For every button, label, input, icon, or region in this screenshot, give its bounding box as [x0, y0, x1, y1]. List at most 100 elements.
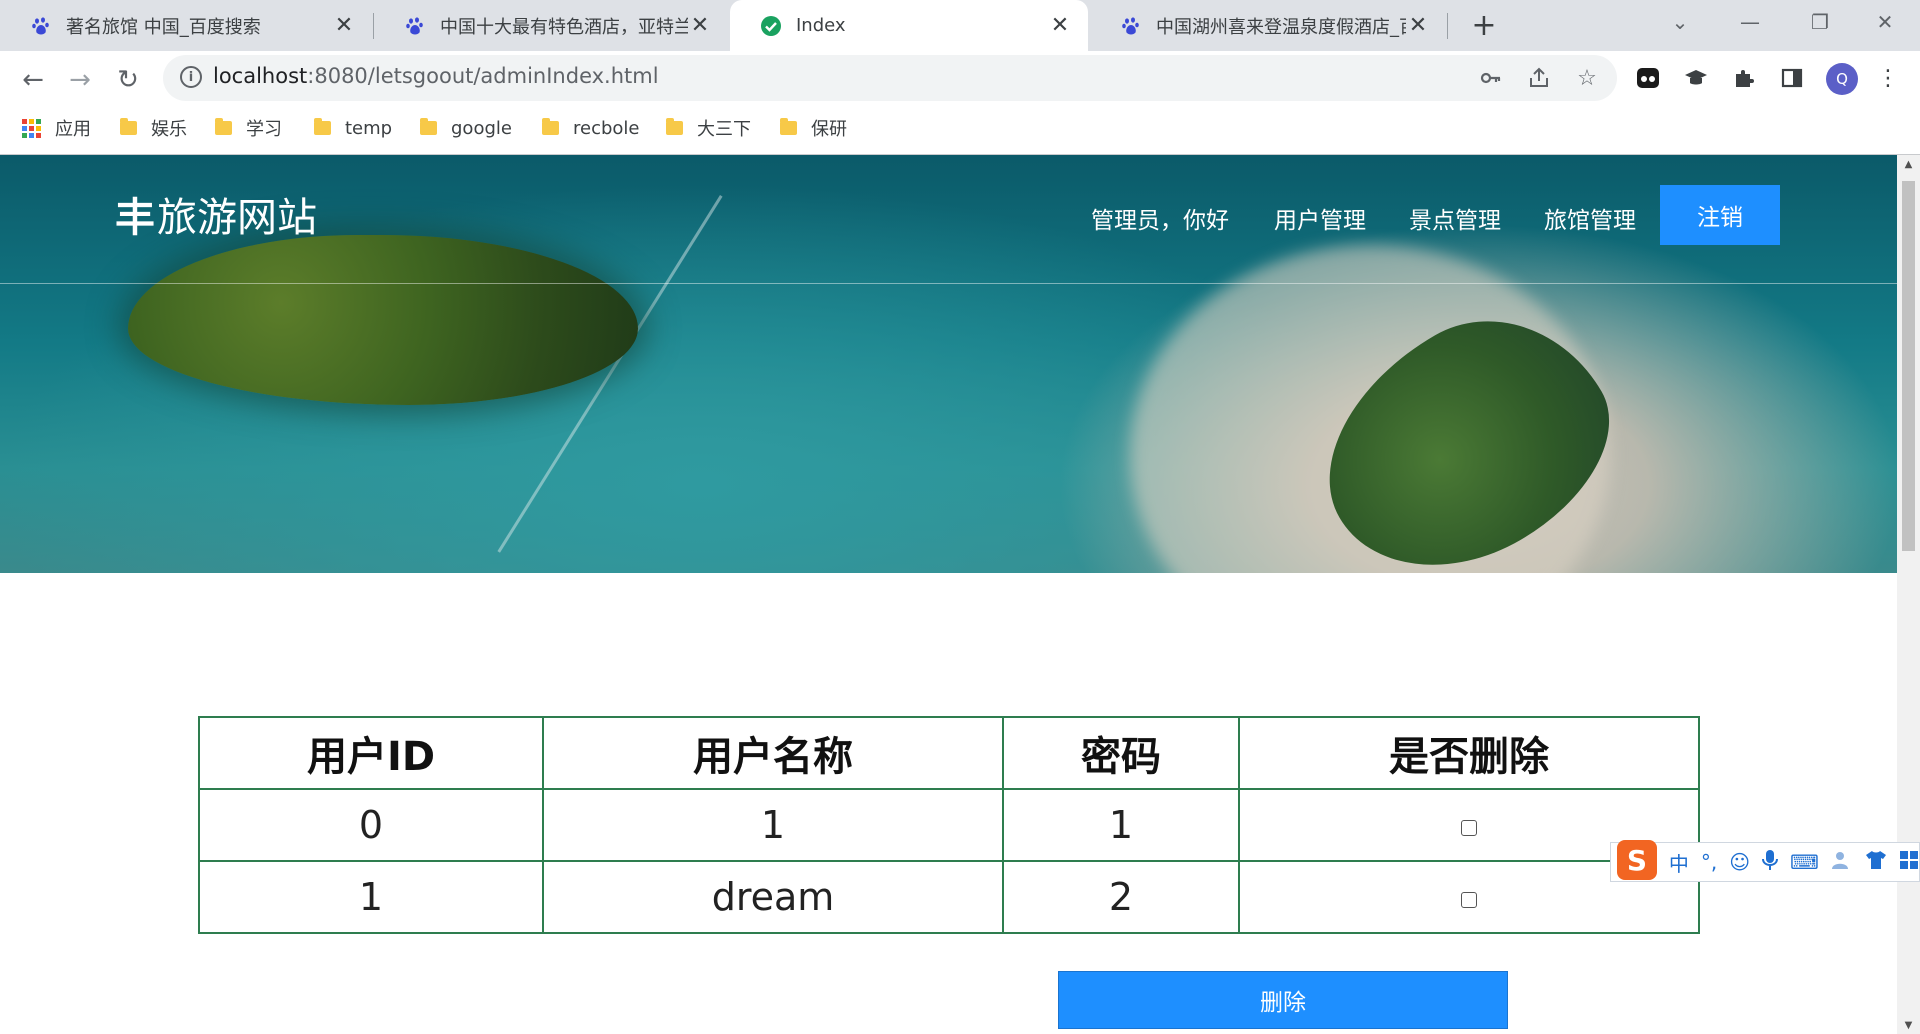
- tab-title: Index: [796, 15, 846, 36]
- delete-button[interactable]: 删除: [1058, 971, 1508, 1029]
- bookmark-label: 保研: [811, 119, 847, 140]
- tab-sheraton[interactable]: 中国湖州喜来登温泉度假酒店_百 ✕: [1090, 0, 1446, 51]
- bookmark-folder-postgrad[interactable]: 保研: [780, 110, 847, 146]
- close-tab-icon[interactable]: ✕: [332, 13, 356, 38]
- nav-hotel-management[interactable]: 旅馆管理: [1544, 201, 1636, 235]
- bookmark-folder-junior-year[interactable]: 大三下: [666, 110, 751, 146]
- scroll-down-arrow-icon[interactable]: ▼: [1897, 1016, 1920, 1034]
- delete-checkbox[interactable]: [1461, 891, 1477, 908]
- bookmark-label: 大三下: [697, 119, 751, 140]
- tab-separator: [1447, 13, 1448, 39]
- ime-toolbar: S 中 °, ☺ ⌨: [1610, 840, 1920, 882]
- bookmarks-bar: 应用 娱乐 学习 temp google recbole 大三下 保研: [0, 110, 1920, 146]
- tab-index[interactable]: Index ✕: [730, 0, 1088, 51]
- bookmark-folder-recbole[interactable]: recbole: [542, 110, 640, 146]
- bookmark-folder-entertainment[interactable]: 娱乐: [120, 110, 187, 146]
- folder-icon: [314, 118, 331, 135]
- folder-icon: [215, 118, 232, 135]
- close-tab-icon[interactable]: ✕: [1406, 13, 1430, 38]
- logout-button[interactable]: 注销: [1660, 185, 1780, 245]
- delete-checkbox[interactable]: [1461, 819, 1477, 836]
- bookmark-label: 应用: [55, 119, 91, 140]
- folder-icon: [666, 118, 683, 135]
- logo-mark: 丰: [115, 195, 155, 241]
- emoji-icon[interactable]: ☺: [1729, 850, 1750, 874]
- cell-password: 2: [1002, 860, 1240, 934]
- url-path: :8080/letsgoout/adminIndex.html: [307, 64, 659, 88]
- forward-icon[interactable]: →: [61, 61, 99, 99]
- close-window-icon[interactable]: ✕: [1850, 0, 1920, 44]
- scrollbar-thumb[interactable]: [1902, 181, 1915, 551]
- tab-title: 中国湖州喜来登温泉度假酒店_百: [1156, 16, 1406, 38]
- users-table: 用户ID 用户名称 密码 是否删除 0 1 1 1 dream 2: [198, 716, 1700, 934]
- new-tab-icon[interactable]: +: [1466, 7, 1502, 43]
- apps-grid-icon: [22, 118, 41, 138]
- baidu-paw-icon: [404, 15, 426, 37]
- header-password: 密码: [1002, 716, 1240, 790]
- share-icon[interactable]: [1524, 63, 1554, 93]
- island-left: [128, 235, 638, 405]
- header-user-id: 用户ID: [198, 716, 544, 790]
- graduation-cap-icon[interactable]: [1680, 62, 1712, 94]
- folder-icon: [120, 118, 137, 135]
- table-header-row: 用户ID 用户名称 密码 是否删除: [198, 716, 1700, 790]
- more-menu-icon[interactable]: ⋮: [1872, 62, 1904, 94]
- minimize-icon[interactable]: —: [1715, 0, 1785, 44]
- bookmark-folder-temp[interactable]: temp: [314, 110, 392, 146]
- bookmark-folder-study[interactable]: 学习: [215, 110, 282, 146]
- key-icon[interactable]: [1476, 63, 1506, 93]
- keyboard-icon[interactable]: ⌨: [1790, 850, 1819, 874]
- puzzle-extensions-icon[interactable]: [1728, 62, 1760, 94]
- user-icon[interactable]: [1831, 850, 1853, 875]
- hero-banner: 丰 旅游网站 管理员，你好 用户管理 景点管理 旅馆管理 注销: [0, 155, 1897, 573]
- cell-user-name: dream: [542, 860, 1004, 934]
- bookmark-label: recbole: [573, 117, 640, 139]
- tab-search-icon[interactable]: ⌄: [1645, 0, 1715, 44]
- check-circle-icon: [760, 15, 782, 37]
- reload-icon[interactable]: ↻: [109, 61, 147, 99]
- sogou-logo-icon[interactable]: S: [1617, 840, 1657, 880]
- admin-greeting: 管理员，你好: [1091, 208, 1229, 234]
- tab-baidu-hotels[interactable]: 著名旅馆 中国_百度搜索 ✕: [0, 0, 372, 51]
- page-viewport: 丰 旅游网站 管理员，你好 用户管理 景点管理 旅馆管理 注销 用户ID 用户名…: [0, 155, 1897, 1034]
- ime-punctuation-toggle[interactable]: °,: [1701, 850, 1717, 874]
- bookmark-label: temp: [345, 117, 393, 139]
- nav-user-management[interactable]: 用户管理: [1274, 201, 1366, 235]
- cell-password: 1: [1002, 788, 1240, 862]
- close-tab-icon[interactable]: ✕: [688, 13, 712, 38]
- url-host: localhost: [213, 64, 308, 88]
- cell-user-id: 0: [198, 788, 544, 862]
- tab-title: 中国十大最有特色酒店，亚特兰蒂: [440, 16, 688, 38]
- bookmark-apps[interactable]: 应用: [22, 110, 91, 146]
- close-tab-icon[interactable]: ✕: [1048, 13, 1072, 38]
- restore-icon[interactable]: ❐: [1785, 0, 1855, 44]
- ime-mode-toggle[interactable]: 中: [1669, 848, 1689, 877]
- back-icon[interactable]: ←: [14, 61, 52, 99]
- side-panel-icon[interactable]: [1776, 62, 1808, 94]
- folder-icon: [420, 118, 437, 135]
- extension-dark-icon[interactable]: [1632, 62, 1664, 94]
- logo-text: 旅游网站: [157, 195, 317, 241]
- ime-grid-menu-icon[interactable]: [1899, 850, 1919, 875]
- cell-user-name: 1: [542, 788, 1004, 862]
- bookmark-folder-google[interactable]: google: [420, 110, 512, 146]
- url-text[interactable]: localhost:8080/letsgoout/adminIndex.html: [213, 64, 659, 88]
- page-scrollbar[interactable]: ▲ ▼: [1897, 155, 1920, 1034]
- nav-attraction-management[interactable]: 景点管理: [1409, 201, 1501, 235]
- microphone-icon[interactable]: [1762, 849, 1779, 876]
- header-delete-flag: 是否删除: [1238, 716, 1700, 790]
- bookmark-star-icon[interactable]: ☆: [1572, 63, 1602, 93]
- baidu-paw-icon: [1120, 15, 1142, 37]
- bookmark-label: 娱乐: [151, 119, 187, 140]
- tab-top-hotels[interactable]: 中国十大最有特色酒店，亚特兰蒂 ✕: [374, 0, 728, 51]
- site-info-icon[interactable]: i: [180, 66, 202, 88]
- profile-avatar[interactable]: Q: [1826, 63, 1858, 95]
- skin-shirt-icon[interactable]: [1865, 850, 1887, 875]
- site-logo[interactable]: 丰 旅游网站: [115, 185, 317, 243]
- table-row: 0 1 1: [198, 788, 1700, 862]
- browser-tab-strip: 著名旅馆 中国_百度搜索 ✕ 中国十大最有特色酒店，亚特兰蒂 ✕ Index ✕…: [0, 0, 1920, 51]
- header-divider: [0, 283, 1897, 284]
- table-row: 1 dream 2: [198, 860, 1700, 934]
- bookmark-label: google: [451, 117, 512, 139]
- scroll-up-arrow-icon[interactable]: ▲: [1897, 155, 1920, 173]
